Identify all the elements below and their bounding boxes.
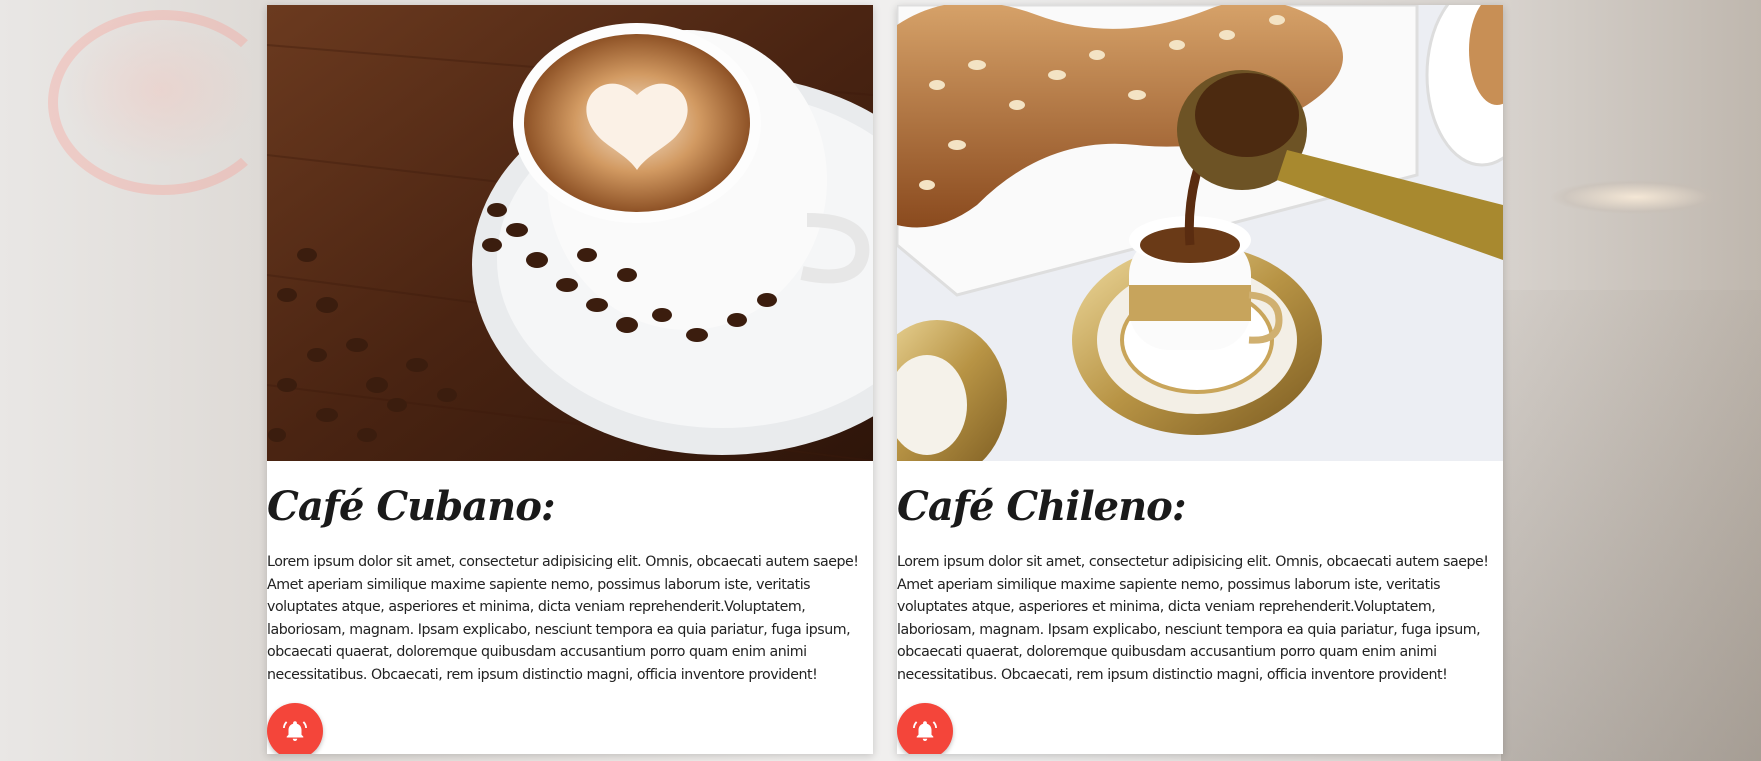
notify-button[interactable] xyxy=(267,703,323,754)
card-title: Café Cubano: xyxy=(267,483,556,530)
card-description: Lorem ipsum dolor sit amet, consectetur … xyxy=(267,554,859,683)
background-lamp xyxy=(1551,180,1721,214)
card-title: Café Chileno: xyxy=(897,483,1187,530)
cappuccino-photo xyxy=(267,5,873,461)
coffee-card-cubano: Café Cubano: Lorem ipsum dolor sit amet,… xyxy=(267,5,873,754)
coffee-card-chileno: Café Chileno: Lorem ipsum dolor sit amet… xyxy=(897,5,1503,754)
notify-button[interactable] xyxy=(897,703,953,754)
bell-alert-icon xyxy=(913,721,937,741)
card-description: Lorem ipsum dolor sit amet, consectetur … xyxy=(897,554,1489,683)
turkish-coffee-photo xyxy=(897,5,1503,461)
bell-alert-icon xyxy=(283,721,307,741)
